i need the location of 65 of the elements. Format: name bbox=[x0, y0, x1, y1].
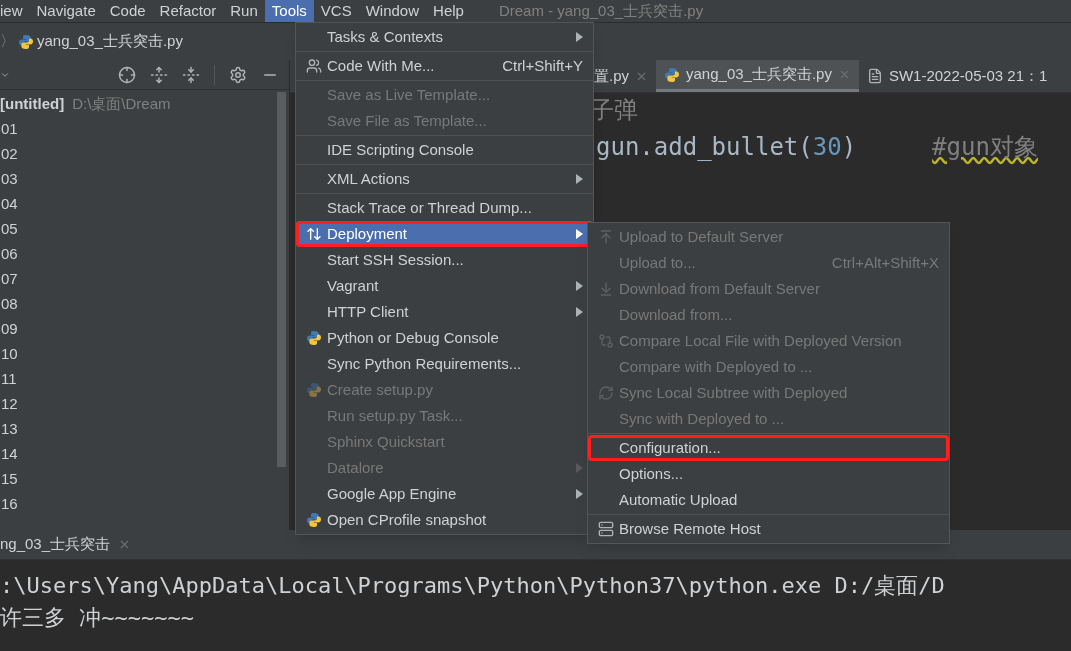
sync-icon bbox=[598, 385, 614, 401]
tree-item[interactable]: 02 bbox=[0, 142, 18, 167]
tree-item[interactable]: 01 bbox=[0, 117, 18, 142]
server-icon bbox=[598, 521, 614, 537]
tree-item[interactable]: 07 bbox=[0, 267, 18, 292]
download-icon bbox=[598, 281, 614, 297]
tree-item[interactable]: 06 bbox=[0, 242, 18, 267]
upload-icon bbox=[598, 229, 614, 245]
editor-tab[interactable]: SW1-2022-05-03 21：1 bbox=[858, 60, 1056, 92]
menu-item[interactable]: Stack Trace or Thread Dump... bbox=[296, 195, 593, 221]
tree-item[interactable]: 13 bbox=[0, 417, 18, 442]
people-icon bbox=[306, 58, 322, 74]
run-tab[interactable]: ng_03_士兵突击 bbox=[0, 533, 111, 556]
tree-item[interactable]: 03 bbox=[0, 167, 18, 192]
menu-bar-item[interactable]: Code bbox=[102, 0, 153, 22]
window-title: Dream - yang_03_士兵突击.py bbox=[498, 0, 704, 21]
compare-icon bbox=[598, 333, 614, 349]
python-icon bbox=[306, 382, 322, 398]
tree-item[interactable]: 15 bbox=[0, 467, 18, 492]
tree-item-path: D:\桌面\Dream bbox=[72, 94, 171, 115]
python-icon bbox=[664, 66, 680, 83]
menu-bar-item[interactable]: iew bbox=[0, 0, 30, 22]
console-line: 许三多 冲~~~~~~~ bbox=[0, 604, 194, 632]
tree-item[interactable]: 14 bbox=[0, 442, 18, 467]
tree-item[interactable]: 04 bbox=[0, 192, 18, 217]
up-down-arrows-icon bbox=[306, 226, 322, 242]
settings-icon[interactable] bbox=[229, 65, 247, 84]
tree-item[interactable]: 16 bbox=[0, 492, 18, 517]
tree-item[interactable]: 11 bbox=[0, 367, 17, 392]
menu-item[interactable]: XML Actions bbox=[296, 166, 593, 192]
tree-item[interactable]: 09 bbox=[0, 317, 18, 342]
menu-bar-item[interactable]: Run bbox=[223, 0, 265, 22]
tree-item[interactable]: [untitled] bbox=[0, 93, 65, 116]
menu-item[interactable]: Automatic Upload bbox=[588, 487, 949, 513]
menu-item[interactable]: Options... bbox=[588, 461, 949, 487]
menu-item[interactable]: Tasks & Contexts bbox=[296, 24, 593, 50]
tree-item[interactable]: 10 bbox=[0, 342, 18, 367]
breadcrumb-file[interactable]: yang_03_士兵突击.py bbox=[37, 30, 183, 53]
menu-item[interactable]: IDE Scripting Console bbox=[296, 137, 593, 163]
editor-tab[interactable]: yang_03_士兵突击.py bbox=[656, 60, 859, 92]
crosshair-icon[interactable] bbox=[118, 65, 136, 84]
menu-bar-item[interactable]: Tools bbox=[264, 0, 314, 22]
menu-bar-item[interactable]: Help bbox=[426, 0, 471, 22]
breadcrumb-separator: 〉 bbox=[0, 31, 15, 52]
code-line: gun.add_bullet(30) bbox=[596, 132, 857, 163]
collapse-all-icon[interactable] bbox=[182, 65, 200, 84]
menu-bar-item[interactable]: Refactor bbox=[152, 0, 224, 22]
code-comment: #gun对象 bbox=[932, 132, 1038, 163]
menu-bar-item[interactable]: VCS bbox=[313, 0, 359, 22]
menu-item[interactable]: Configuration... bbox=[588, 435, 949, 461]
menu-item[interactable]: Code With Me... Ctrl+Shift+Y bbox=[296, 53, 593, 79]
menu-item[interactable]: Deployment bbox=[296, 221, 593, 247]
menu-item[interactable]: Browse Remote Host bbox=[588, 516, 949, 542]
python-icon bbox=[306, 512, 322, 528]
expand-all-icon[interactable] bbox=[150, 65, 168, 84]
menu-bar-item[interactable]: Navigate bbox=[29, 0, 103, 22]
console-line: :\Users\Yang\AppData\Local\Programs\Python\Python37\python.exe D:/桌面/D bbox=[0, 572, 945, 600]
tree-item[interactable]: 08 bbox=[0, 292, 18, 317]
scrollbar[interactable] bbox=[277, 92, 286, 467]
file-icon bbox=[866, 68, 883, 84]
python-icon bbox=[18, 33, 34, 50]
tree-item[interactable]: 05 bbox=[0, 217, 18, 242]
python-icon bbox=[306, 330, 322, 346]
tree-item[interactable]: 12 bbox=[0, 392, 18, 417]
menu-bar-item[interactable]: Window bbox=[358, 0, 427, 22]
